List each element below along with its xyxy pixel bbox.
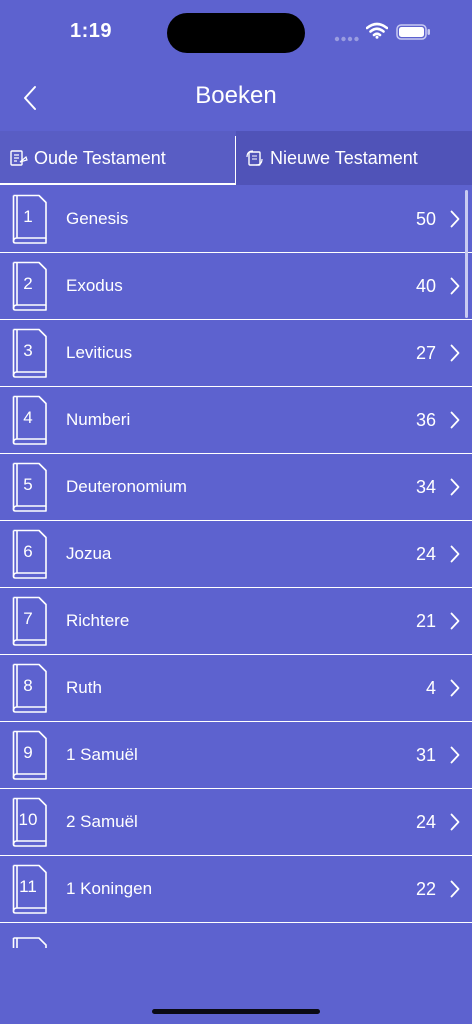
book-icon: 11 [12, 864, 48, 914]
chapter-count: 22 [415, 878, 436, 899]
tab-divider [235, 136, 236, 184]
book-name: Genesis [66, 209, 129, 228]
book-number: 10 [18, 810, 38, 829]
chapter-count: 34 [415, 476, 436, 497]
book-name: Jozua [66, 544, 112, 563]
book-icon: 2 [12, 261, 48, 311]
book-icon: 3 [12, 328, 48, 378]
chapter-count: 4 [425, 677, 436, 698]
chevron-right-icon [450, 411, 460, 434]
new-testament-icon [245, 149, 265, 167]
chevron-right-icon [450, 545, 460, 568]
book-name: Ruth [66, 678, 102, 697]
book-list: 1 Genesis 50 2 Exodus 40 3 Leviticus 27 … [0, 186, 472, 948]
testament-tabs: Oude Testament Nieuwe Testament [0, 131, 472, 185]
book-name: 1 Koningen [66, 879, 153, 898]
book-number: 8 [23, 676, 33, 695]
book-row[interactable]: 2 Exodus 40 [0, 253, 472, 320]
chapter-count: 24 [415, 543, 436, 564]
book-name: 1 Samuël [66, 745, 138, 764]
book-name: Numberi [66, 410, 131, 429]
book-icon: 6 [12, 529, 48, 579]
wifi-icon [365, 22, 389, 44]
book-row[interactable]: 7 Richtere 21 [0, 588, 472, 655]
home-indicator [152, 1009, 320, 1014]
book-number: 1 [23, 207, 33, 226]
book-row[interactable]: 9 1 Samuël 31 [0, 722, 472, 789]
battery-icon [396, 24, 432, 45]
book-name: Exodus [66, 276, 123, 295]
book-icon: 8 [12, 663, 48, 713]
chapter-count: 24 [415, 811, 436, 832]
book-icon [12, 936, 48, 948]
book-row[interactable]: 5 Deuteronomium 34 [0, 454, 472, 521]
book-name: Leviticus [66, 343, 133, 362]
chapter-count: 40 [415, 275, 436, 296]
chapter-count: 50 [415, 208, 436, 229]
chapter-count: 31 [415, 744, 436, 765]
chevron-right-icon [450, 344, 460, 367]
book-row[interactable]: 4 Numberi 36 [0, 387, 472, 454]
chapter-count: 21 [415, 610, 436, 631]
book-number: 9 [23, 743, 33, 762]
tab-label: Oude Testament [34, 147, 166, 168]
book-icon: 5 [12, 462, 48, 512]
tab-new-testament[interactable]: Nieuwe Testament [236, 131, 472, 185]
chapter-count: 36 [415, 409, 436, 430]
book-row[interactable]: 6 Jozua 24 [0, 521, 472, 588]
book-name: Richtere [66, 611, 130, 630]
book-name: 2 Samuël [66, 812, 138, 831]
book-name: Deuteronomium [66, 477, 187, 496]
book-icon: 9 [12, 730, 48, 780]
status-time: 1:19 [70, 20, 113, 42]
book-icon: 4 [12, 395, 48, 445]
book-row[interactable]: 10 2 Samuël 24 [0, 789, 472, 856]
old-testament-icon [9, 149, 29, 167]
book-row[interactable]: 1 Genesis 50 [0, 186, 472, 253]
tab-old-testament[interactable]: Oude Testament [0, 131, 236, 185]
book-number: 5 [23, 475, 33, 494]
book-number: 11 [19, 877, 37, 896]
status-bar: 1:19 [0, 0, 472, 64]
chevron-right-icon [450, 478, 460, 501]
book-number: 3 [23, 341, 33, 360]
book-number: 2 [23, 274, 33, 293]
scrollbar[interactable] [465, 190, 468, 318]
chevron-right-icon [450, 746, 460, 769]
chevron-right-icon [450, 277, 460, 300]
dynamic-island [167, 13, 305, 53]
chapter-count: 27 [415, 342, 436, 363]
book-number: 4 [23, 408, 33, 427]
book-row[interactable]: 8 Ruth 4 [0, 655, 472, 722]
book-row[interactable]: 11 1 Koningen 22 [0, 856, 472, 923]
book-icon: 1 [12, 194, 48, 244]
chevron-right-icon [450, 813, 460, 836]
chevron-right-icon [450, 612, 460, 635]
cellular-signal-icon [334, 29, 360, 47]
book-number: 6 [23, 542, 33, 561]
chevron-right-icon [450, 880, 460, 903]
page-title: Boeken [195, 82, 277, 109]
tab-label: Nieuwe Testament [270, 147, 418, 168]
book-number: 7 [23, 609, 33, 628]
chevron-right-icon [450, 210, 460, 233]
navigation-bar: Boeken [0, 64, 472, 130]
book-row[interactable]: 3 Leviticus 27 [0, 320, 472, 387]
chevron-right-icon [450, 679, 460, 702]
book-icon: 10 [12, 797, 48, 847]
book-icon: 7 [12, 596, 48, 646]
